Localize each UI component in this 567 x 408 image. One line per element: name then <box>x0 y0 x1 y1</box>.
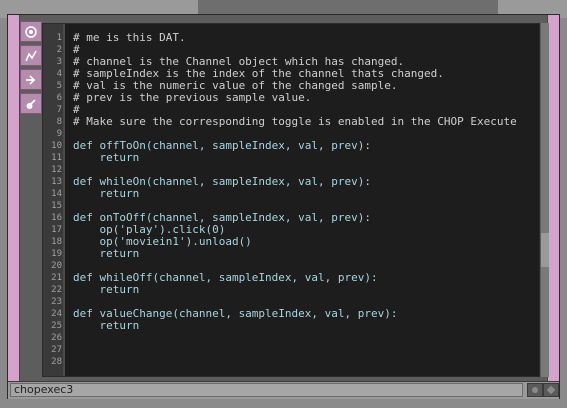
line-number: 14 <box>51 189 62 199</box>
code-line[interactable]: return <box>73 320 139 332</box>
text-dat-viewer[interactable]: 1 2 3 4 5 6 7 8 9 10 11 12 13 14 15 16 17 18 19 20 21 22 23 24 2… <box>42 23 540 377</box>
line-number: 20 <box>51 261 62 271</box>
code-editor[interactable]: # me is this DAT. # # channel is the Chann… <box>65 24 539 376</box>
line-number: 17 <box>51 225 62 235</box>
node-left-connector[interactable] <box>8 15 20 398</box>
node-flag-toolbar <box>20 21 42 117</box>
line-number: 22 <box>51 285 62 295</box>
line-number: 21 <box>51 273 62 283</box>
line-number: 2 <box>56 45 62 55</box>
line-number: 1 <box>56 33 62 43</box>
line-number: 11 <box>51 153 62 163</box>
line-number: 15 <box>51 201 62 211</box>
line-number: 25 <box>51 321 62 331</box>
node-name-field[interactable]: chopexec3 <box>10 383 523 397</box>
line-number: 8 <box>56 117 62 127</box>
code-line[interactable]: return <box>73 152 139 164</box>
render-flag-icon <box>546 385 556 395</box>
line-number: 26 <box>51 333 62 343</box>
node-footer: chopexec3 <box>8 381 559 399</box>
bypass-icon[interactable] <box>20 69 42 90</box>
code-line[interactable]: # prev is the previous sample value. <box>73 92 311 104</box>
code-line[interactable]: # Make sure the corresponding toggle is … <box>73 116 517 128</box>
line-number: 5 <box>56 81 62 91</box>
code-line[interactable]: return <box>73 284 139 296</box>
node-render-flag-button[interactable] <box>543 383 559 397</box>
line-number: 23 <box>51 297 62 307</box>
line-number: 9 <box>56 129 62 139</box>
line-number: 24 <box>51 309 62 319</box>
lock-icon[interactable] <box>20 93 42 114</box>
line-number: 7 <box>56 105 62 115</box>
line-number: 27 <box>51 345 62 355</box>
viewer-scrollbar-track[interactable] <box>541 23 549 377</box>
line-number: 18 <box>51 237 62 247</box>
display-flag-icon <box>532 387 538 393</box>
viewer-icon[interactable] <box>20 21 42 42</box>
line-number: 28 <box>51 357 62 367</box>
line-number: 3 <box>56 57 62 67</box>
line-number: 13 <box>51 177 62 187</box>
cook-icon[interactable] <box>20 45 42 66</box>
line-number: 12 <box>51 165 62 175</box>
line-number: 19 <box>51 249 62 259</box>
line-number: 16 <box>51 213 62 223</box>
chop-execute-node[interactable]: 1 2 3 4 5 6 7 8 9 10 11 12 13 14 15 16 17 18 19 20 21 22 23 24 2… <box>7 14 560 399</box>
line-number: 6 <box>56 93 62 103</box>
line-number-gutter: 1 2 3 4 5 6 7 8 9 10 11 12 13 14 15 16 17 18 19 20 21 22 23 24 2… <box>43 24 63 376</box>
line-number: 4 <box>56 69 62 79</box>
code-line[interactable]: # me is this DAT. <box>73 32 186 44</box>
node-display-flag-button[interactable] <box>527 383 543 397</box>
code-line[interactable]: return <box>73 188 139 200</box>
line-number: 10 <box>51 141 62 151</box>
code-line[interactable]: return <box>73 248 139 260</box>
viewer-scrollbar-thumb[interactable] <box>541 233 549 267</box>
